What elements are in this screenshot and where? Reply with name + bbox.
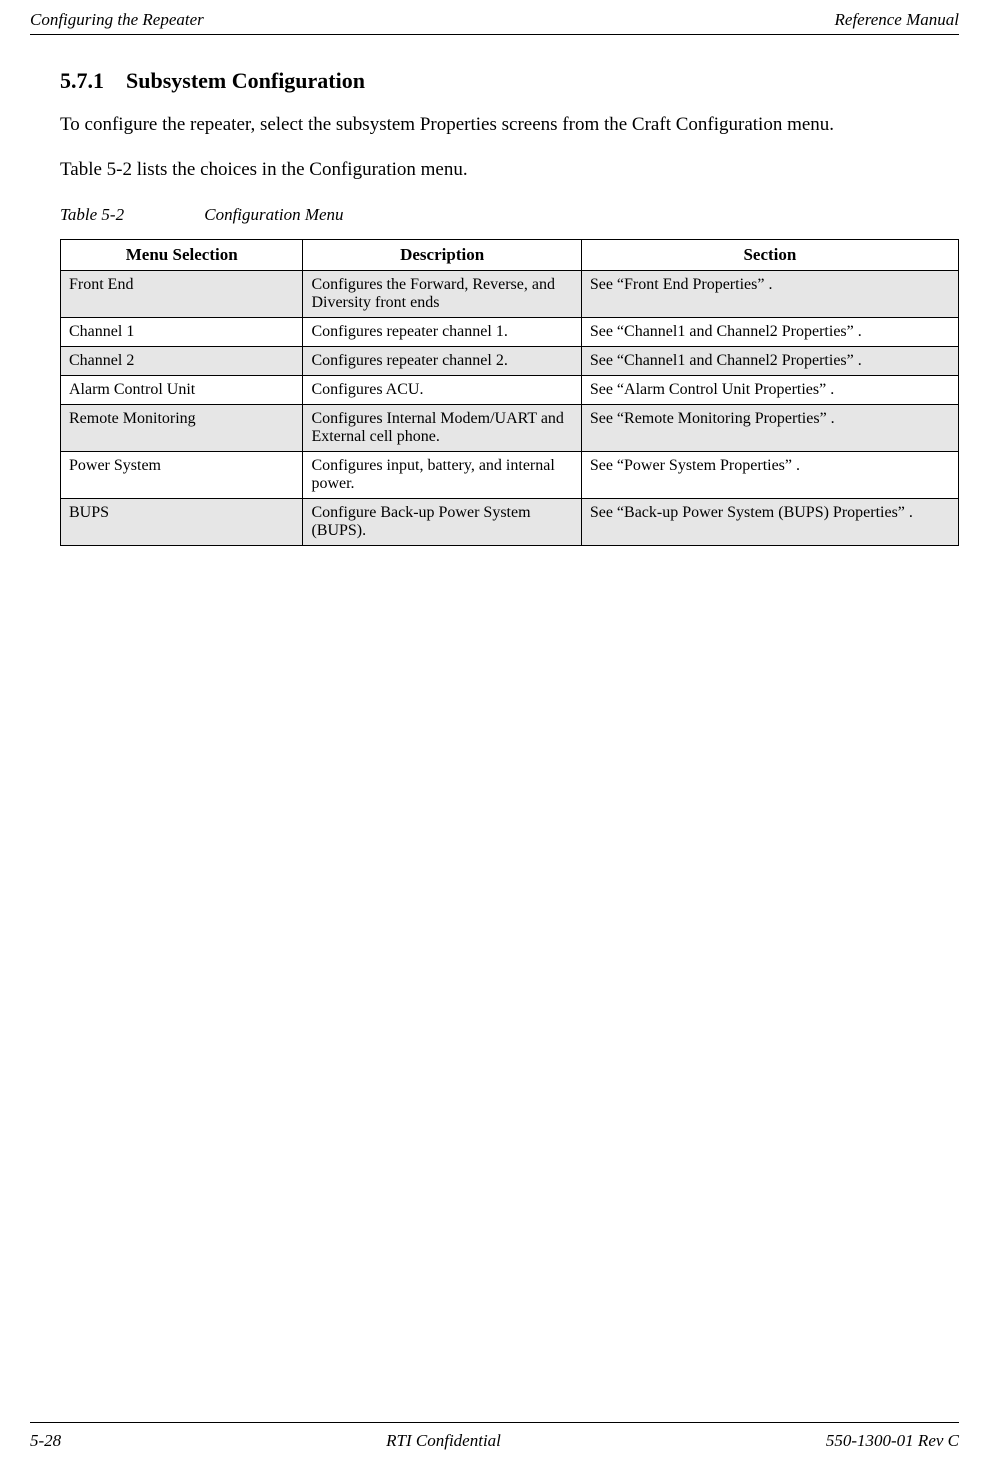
cell-section: See “Channel1 and Channel2 Properties” . [581,318,958,347]
cell-section: See “Power System Properties” . [581,452,958,499]
table-caption-title: Configuration Menu [204,205,343,224]
page: Configuring the Repeater Reference Manua… [0,0,989,1465]
table-header-row: Menu Selection Description Section [61,240,959,271]
configuration-menu-table: Menu Selection Description Section Front… [60,239,959,546]
table-header-menu: Menu Selection [61,240,303,271]
paragraph-1: To configure the repeater, select the su… [60,112,959,139]
table-row: Channel 2 Configures repeater channel 2.… [61,347,959,376]
cell-menu: Front End [61,271,303,318]
section-heading: 5.7.1 Subsystem Configuration [60,68,959,94]
paragraph-2: Table 5-2 lists the choices in the Confi… [60,157,959,184]
section-number: 5.7.1 [60,68,104,93]
page-footer: 5-28 RTI Confidential 550-1300-01 Rev C [30,1431,959,1451]
header-rule [30,34,959,35]
table-row: BUPS Configure Back-up Power System (BUP… [61,499,959,546]
cell-desc: Configures Internal Modem/UART and Exter… [303,405,581,452]
cell-section: See “Front End Properties” . [581,271,958,318]
cell-section: See “Channel1 and Channel2 Properties” . [581,347,958,376]
cell-desc: Configures the Forward, Reverse, and Div… [303,271,581,318]
cell-menu: Remote Monitoring [61,405,303,452]
table-header-desc: Description [303,240,581,271]
footer-right: 550-1300-01 Rev C [826,1431,959,1451]
table-row: Remote Monitoring Configures Internal Mo… [61,405,959,452]
cell-section: See “Back-up Power System (BUPS) Propert… [581,499,958,546]
table-row: Power System Configures input, battery, … [61,452,959,499]
table-row: Front End Configures the Forward, Revers… [61,271,959,318]
cell-menu: Alarm Control Unit [61,376,303,405]
section-title: Subsystem Configuration [126,68,365,93]
cell-desc: Configure Back-up Power System (BUPS). [303,499,581,546]
cell-section: See “Alarm Control Unit Properties” . [581,376,958,405]
footer-left: 5-28 [30,1431,61,1451]
table-row: Alarm Control Unit Configures ACU. See “… [61,376,959,405]
header-left: Configuring the Repeater [30,10,204,30]
table-caption-label: Table 5-2 [60,205,200,225]
header-right: Reference Manual [835,10,959,30]
cell-section: See “Remote Monitoring Properties” . [581,405,958,452]
table-row: Channel 1 Configures repeater channel 1.… [61,318,959,347]
page-header: Configuring the Repeater Reference Manua… [30,10,959,32]
cell-menu: BUPS [61,499,303,546]
footer-rule [30,1422,959,1423]
cell-menu: Channel 2 [61,347,303,376]
cell-desc: Configures repeater channel 1. [303,318,581,347]
table-caption: Table 5-2 Configuration Menu [60,205,959,225]
table-header-section: Section [581,240,958,271]
cell-desc: Configures repeater channel 2. [303,347,581,376]
cell-desc: Configures ACU. [303,376,581,405]
cell-desc: Configures input, battery, and internal … [303,452,581,499]
cell-menu: Power System [61,452,303,499]
content: 5.7.1 Subsystem Configuration To configu… [60,60,959,546]
cell-menu: Channel 1 [61,318,303,347]
footer-center: RTI Confidential [386,1431,501,1451]
